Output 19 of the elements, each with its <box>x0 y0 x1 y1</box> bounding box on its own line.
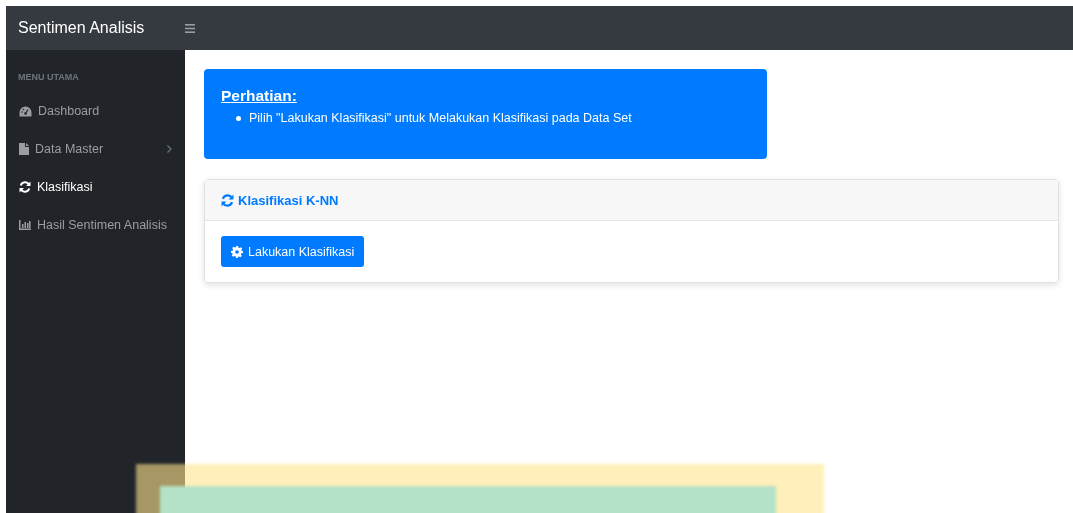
bullet-icon <box>236 115 241 121</box>
card-title: Klasifikasi K-NN <box>238 192 339 208</box>
gauge-icon <box>19 105 32 117</box>
gear-icon <box>231 245 243 258</box>
sidebar-item[interactable]: Hasil Sentimen Analisis <box>6 206 185 244</box>
sidebar-item[interactable]: Klasifikasi <box>6 168 185 206</box>
brand-title: Sentimen Analisis <box>17 19 146 37</box>
alert-item: Pilih "Lakukan Klasifikasi" untuk Melakukan Klasifikasi pada Data Set <box>249 110 632 127</box>
sidebar-item[interactable]: Dashboard <box>6 92 185 130</box>
sidebar-item[interactable]: Data Master <box>6 130 185 168</box>
refresh-icon <box>221 193 234 207</box>
alert-title: Perhatian: <box>221 87 297 105</box>
bar-chart-icon <box>19 220 31 230</box>
file-icon <box>19 143 29 155</box>
chevron-right-icon <box>167 145 172 153</box>
sidebar-heading: MENU UTAMA <box>17 72 80 82</box>
menu-icon[interactable] <box>185 23 195 33</box>
refresh-icon <box>19 181 31 193</box>
classify-button[interactable]: Lakukan Klasifikasi <box>221 236 365 267</box>
